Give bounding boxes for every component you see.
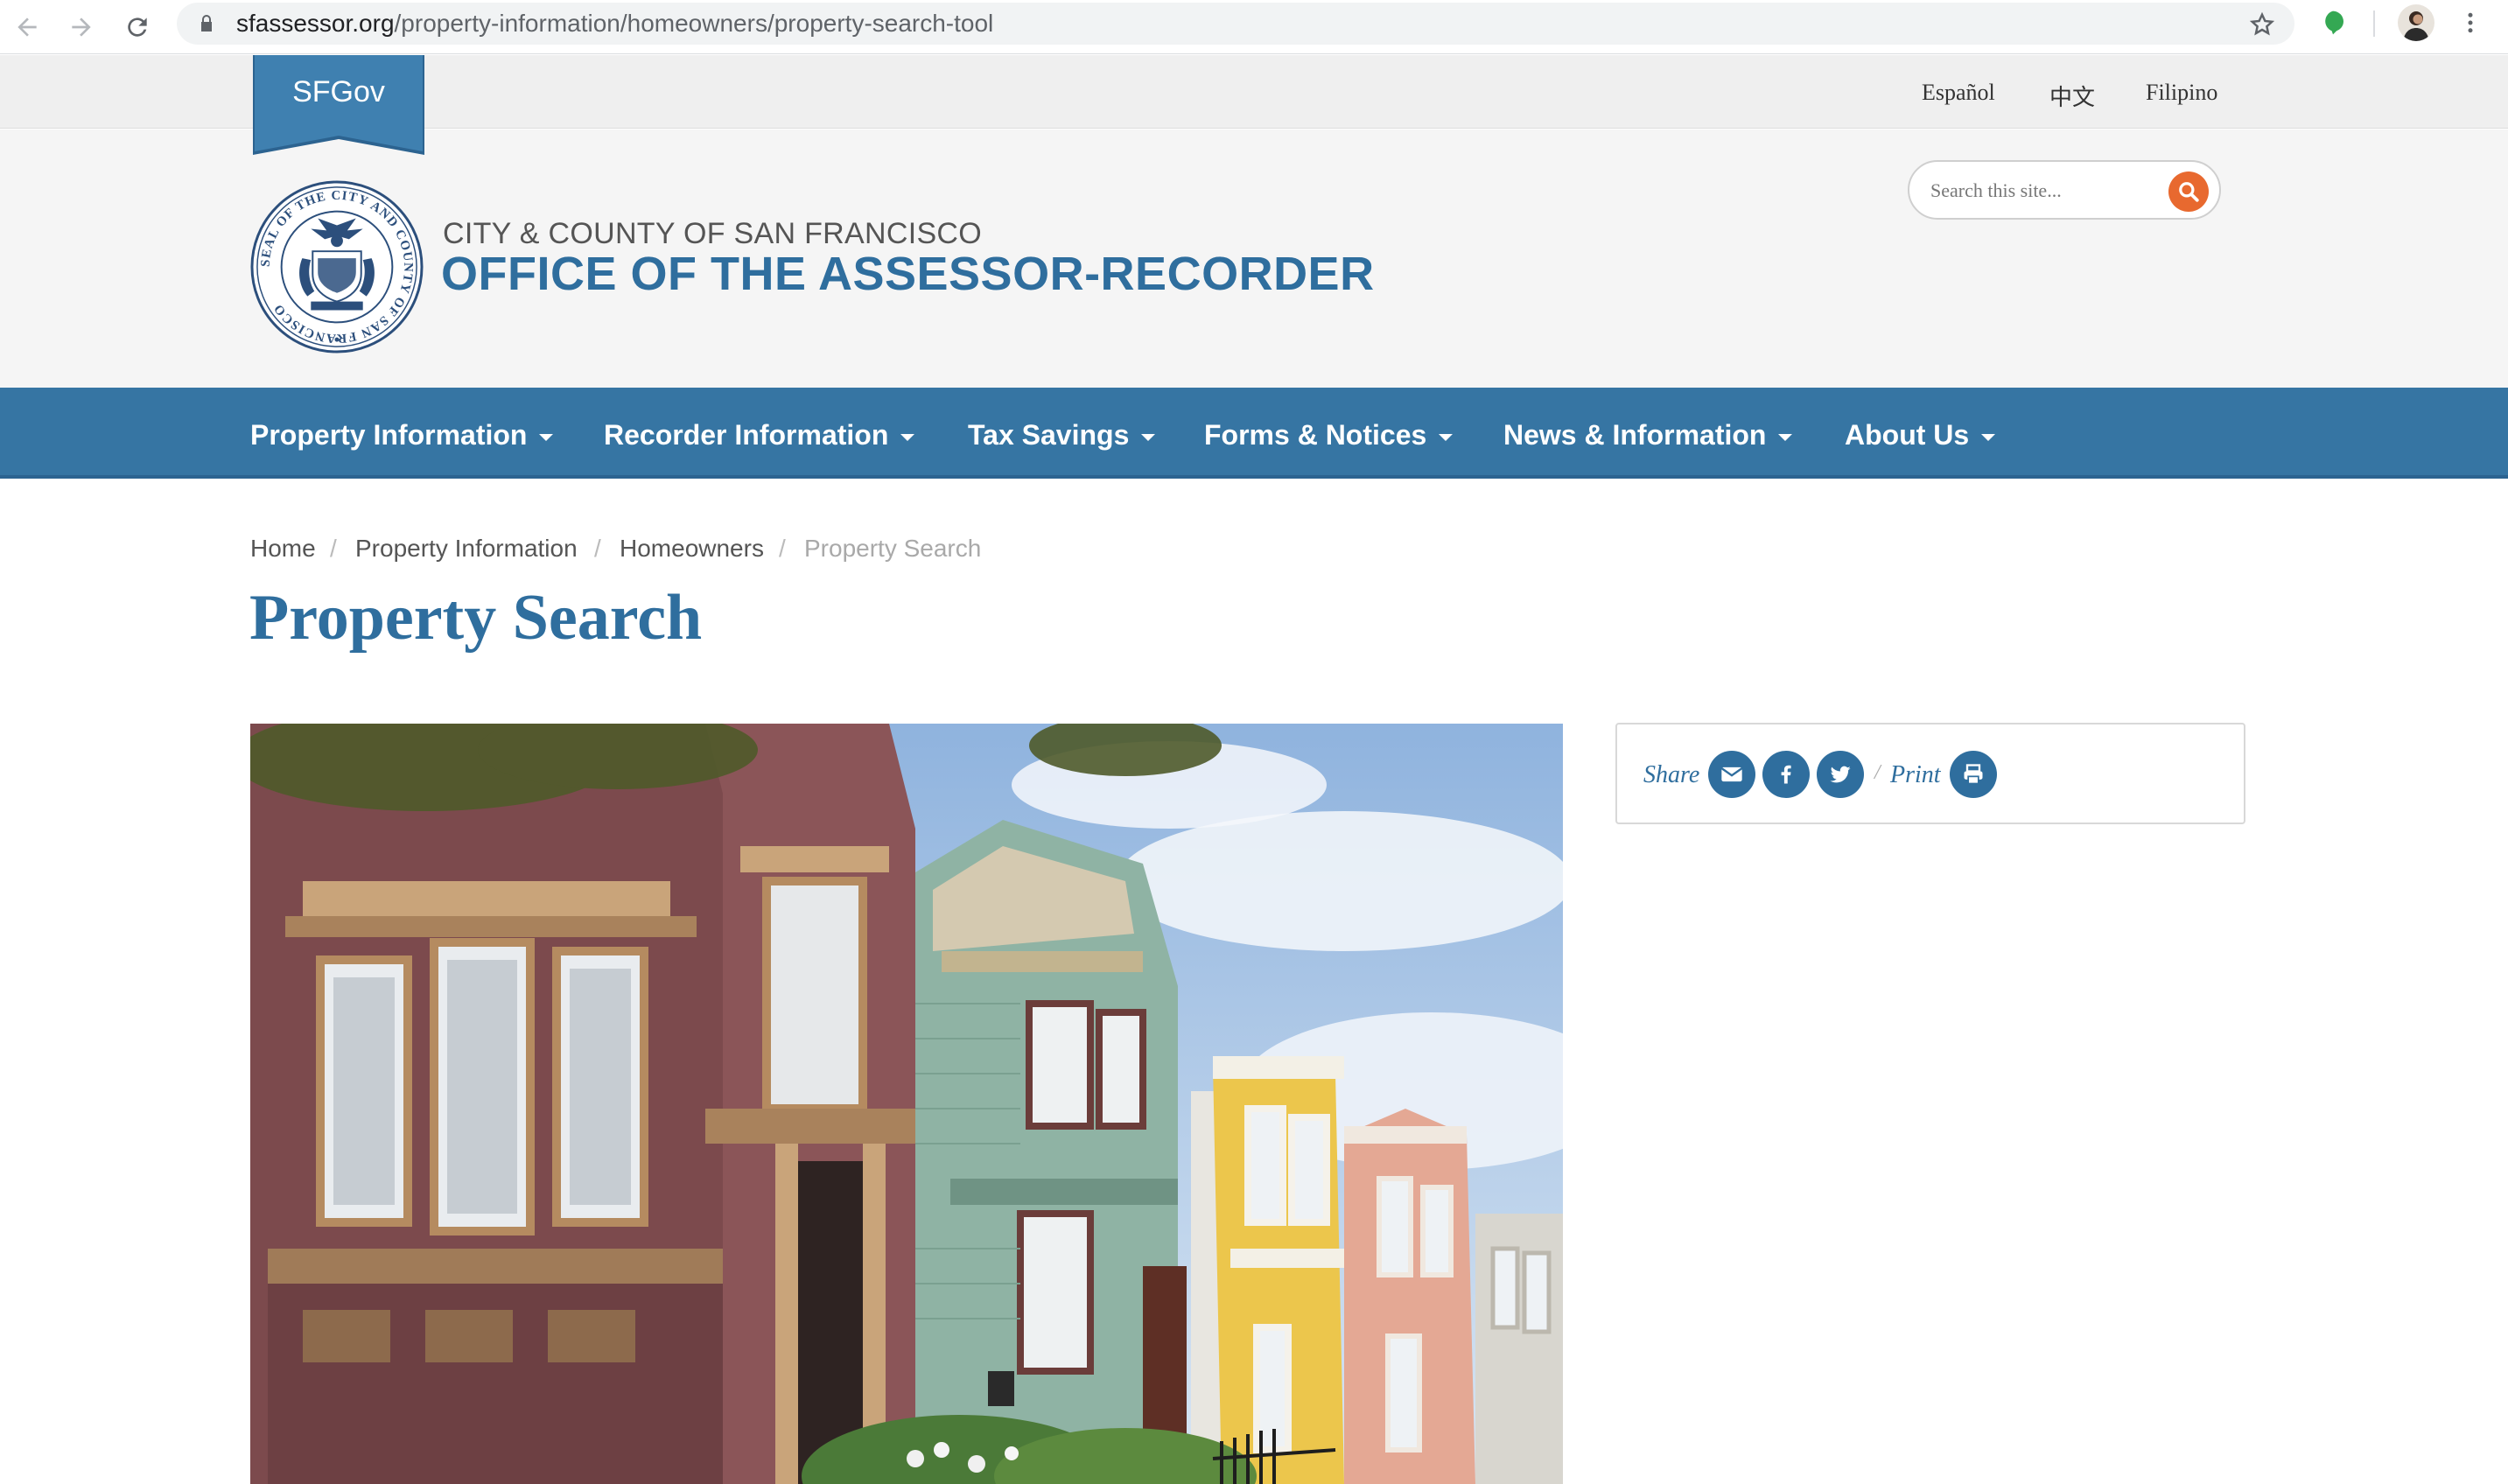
org-title[interactable]: OFFICE OF THE ASSESSOR-RECORDER <box>441 247 1375 301</box>
url-text: sfassessor.org/property-information/home… <box>236 10 993 37</box>
caret-down-icon <box>900 433 915 441</box>
nav-forms-notices[interactable]: Forms & Notices <box>1204 419 1454 452</box>
breadcrumb-separator: / <box>594 535 601 562</box>
bookmark-star-icon[interactable] <box>2249 11 2275 38</box>
facebook-icon <box>1781 765 1791 784</box>
language-link-filipino[interactable]: Filipino <box>2146 80 2217 106</box>
nav-news-information[interactable]: News & Information <box>1503 419 1793 452</box>
search-icon <box>2179 182 2199 202</box>
print-button[interactable] <box>1950 751 1997 798</box>
twitter-icon <box>1830 766 1851 783</box>
site-search-input[interactable] <box>1930 174 2158 207</box>
breadcrumb-home[interactable]: Home <box>250 535 316 563</box>
main-navigation: Property Information Recorder Informatio… <box>0 388 2508 479</box>
city-seal-logo[interactable]: SEAL OF THE CITY AND COUNTY OF SAN FRANC… <box>250 180 424 354</box>
caret-down-icon <box>1981 433 1996 441</box>
caret-down-icon <box>1778 433 1793 441</box>
email-share-button[interactable] <box>1708 751 1755 798</box>
reload-button[interactable] <box>117 7 158 47</box>
language-link-espanol[interactable]: Español <box>1922 80 1995 106</box>
nav-tax-savings[interactable]: Tax Savings <box>968 419 1156 452</box>
share-panel: Share / Print <box>1615 723 2245 824</box>
nav-label: News & Information <box>1503 419 1767 451</box>
breadcrumb-property-information[interactable]: Property Information <box>355 535 578 563</box>
toolbar-divider <box>2373 10 2375 37</box>
person-icon <box>2403 11 2429 41</box>
nav-label: Property Information <box>250 419 528 451</box>
lock-icon <box>201 15 212 32</box>
url-path: /property-information/homeowners/propert… <box>394 10 994 37</box>
facebook-share-button[interactable] <box>1762 751 1810 798</box>
printer-icon <box>1964 764 1983 785</box>
twitter-share-button[interactable] <box>1817 751 1864 798</box>
caret-down-icon <box>1439 433 1454 441</box>
nav-label: Forms & Notices <box>1204 419 1427 451</box>
breadcrumb-current: Property Search <box>804 535 982 562</box>
arrow-left-icon <box>18 18 37 37</box>
site-search-button[interactable] <box>2168 172 2209 212</box>
share-separator: / <box>1874 761 1881 784</box>
nav-about-us[interactable]: About Us <box>1845 419 1996 452</box>
nav-recorder-information[interactable]: Recorder Information <box>604 419 915 452</box>
envelope-icon <box>1720 766 1743 782</box>
arrow-right-icon <box>72 18 91 37</box>
extension-icon[interactable] <box>2319 9 2347 37</box>
page-title: Property Search <box>249 582 703 654</box>
forward-button[interactable] <box>61 7 102 47</box>
victorian-houses-image <box>250 724 1563 1484</box>
share-label: Share <box>1643 761 1700 788</box>
nav-label: Tax Savings <box>968 419 1130 451</box>
reload-icon <box>128 18 147 37</box>
breadcrumb-separator: / <box>779 535 786 562</box>
browser-menu-icon[interactable] <box>2457 7 2483 38</box>
address-bar[interactable]: sfassessor.org/property-information/home… <box>177 3 2294 45</box>
back-button[interactable] <box>7 7 47 47</box>
nav-label: Recorder Information <box>604 419 889 451</box>
nav-label: About Us <box>1845 419 1970 451</box>
url-host: sfassessor.org <box>236 10 395 37</box>
print-label[interactable]: Print <box>1890 761 1941 789</box>
breadcrumb-separator: / <box>330 535 337 562</box>
nav-property-information[interactable]: Property Information <box>250 419 554 452</box>
caret-down-icon <box>1141 433 1156 441</box>
profile-avatar[interactable] <box>2398 4 2434 41</box>
language-link-chinese[interactable]: 中文 <box>2049 80 2095 112</box>
browser-toolbar: sfassessor.org/property-information/home… <box>0 0 2508 54</box>
breadcrumb-homeowners[interactable]: Homeowners <box>620 535 764 563</box>
sfgov-label[interactable]: SFGov <box>253 75 424 109</box>
site-search <box>1908 160 2221 220</box>
caret-down-icon <box>539 433 554 441</box>
